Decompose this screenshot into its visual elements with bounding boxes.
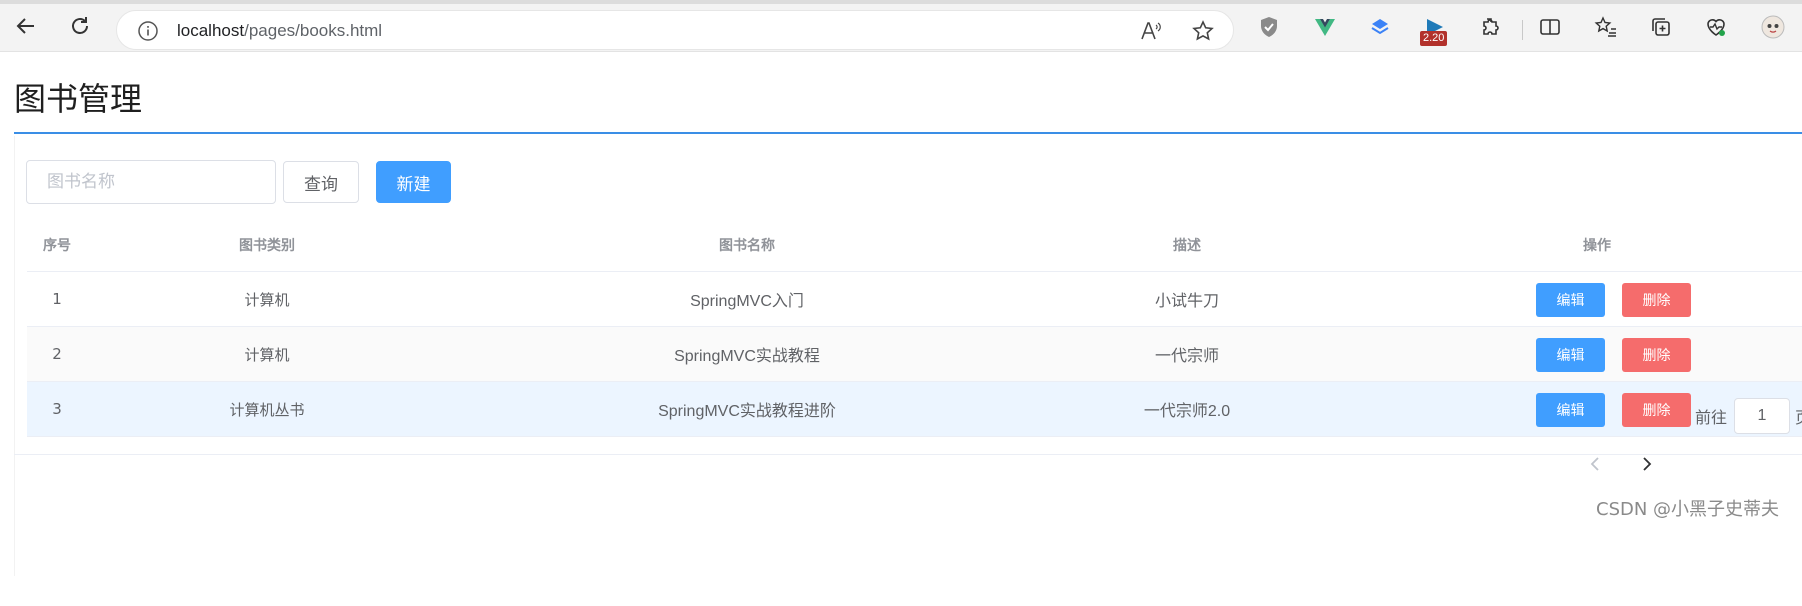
reload-button[interactable] bbox=[66, 12, 94, 40]
panel-bottom-border bbox=[14, 454, 1802, 455]
delete-button[interactable]: 删除 bbox=[1622, 338, 1691, 372]
row-name: SpringMVC入门 bbox=[690, 293, 804, 310]
url-path: /pages/books.html bbox=[244, 21, 383, 40]
collections-icon[interactable] bbox=[1648, 14, 1674, 40]
header-name: 图书名称 bbox=[719, 237, 775, 254]
query-button[interactable]: 查询 bbox=[283, 161, 359, 203]
reload-icon bbox=[72, 17, 88, 34]
row-index: 2 bbox=[52, 345, 62, 363]
vue-devtools-icon[interactable] bbox=[1312, 14, 1338, 40]
row-description: 一代宗师2.0 bbox=[1143, 403, 1231, 420]
edit-button[interactable]: 编辑 bbox=[1536, 393, 1605, 427]
panel-left-border bbox=[14, 136, 15, 576]
next-page-icon[interactable] bbox=[1635, 452, 1659, 476]
header-description: 描述 bbox=[1173, 237, 1201, 254]
watermark-text: CSDN @小黑子史蒂夫 bbox=[1596, 499, 1780, 520]
favorite-star-icon[interactable] bbox=[1191, 19, 1215, 43]
prev-page-icon[interactable] bbox=[1583, 452, 1607, 476]
row-category: 计算机 bbox=[244, 290, 290, 309]
table-header: 序号 图书类别 图书名称 描述 操作 bbox=[27, 218, 1802, 272]
table-row[interactable]: 3 计算机丛书 SpringMVC实战教程进阶 一代宗师2.0 编辑 删除 bbox=[27, 382, 1802, 437]
page-content: 图书管理 查询 新建 序号 图书类别 图书名称 描述 操作 1 计算机 Spri… bbox=[0, 53, 1802, 606]
toolbar-separator bbox=[1522, 20, 1523, 40]
header-index: 序号 bbox=[43, 237, 71, 254]
pager-goto-label: 前往 bbox=[1695, 408, 1728, 427]
extension-badge: 2.20 bbox=[1420, 31, 1448, 46]
table-row[interactable]: 2 计算机 SpringMVC实战教程 一代宗师 编辑 删除 bbox=[27, 327, 1802, 382]
profile-avatar-icon[interactable] bbox=[1760, 14, 1786, 40]
shield-extension-icon[interactable] bbox=[1256, 14, 1282, 40]
row-name: SpringMVC实战教程进阶 bbox=[658, 403, 836, 420]
header-category: 图书类别 bbox=[239, 237, 295, 254]
header-actions: 操作 bbox=[1583, 237, 1611, 254]
title-divider bbox=[14, 132, 1802, 134]
site-info-icon[interactable] bbox=[137, 20, 159, 42]
row-index: 1 bbox=[52, 290, 62, 308]
read-aloud-icon[interactable] bbox=[1139, 19, 1163, 43]
row-description: 一代宗师 bbox=[1154, 348, 1219, 365]
puzzle-extensions-icon[interactable] bbox=[1477, 14, 1503, 40]
row-category: 计算机丛书 bbox=[229, 400, 305, 419]
pager-suffix-label: 页 bbox=[1795, 404, 1802, 428]
delete-button[interactable]: 删除 bbox=[1622, 393, 1691, 427]
address-bar[interactable]: localhost/pages/books.html bbox=[116, 10, 1234, 50]
row-category: 计算机 bbox=[244, 345, 290, 364]
page-number-input[interactable] bbox=[1734, 398, 1790, 434]
url-host: localhost bbox=[177, 21, 245, 40]
book-name-search-input[interactable] bbox=[26, 160, 276, 204]
delete-button[interactable]: 删除 bbox=[1622, 283, 1691, 317]
browser-toolbar: localhost/pages/books.html 2.20 bbox=[0, 0, 1802, 52]
table-row[interactable]: 1 计算机 SpringMVC入门 小试牛刀 编辑 删除 bbox=[27, 272, 1802, 327]
tab-strip-edge bbox=[0, 0, 1802, 4]
edit-button[interactable]: 编辑 bbox=[1536, 338, 1605, 372]
row-index: 3 bbox=[52, 400, 62, 418]
row-name: SpringMVC实战教程 bbox=[674, 348, 820, 365]
layers-extension-icon[interactable] bbox=[1367, 14, 1393, 40]
page-title: 图书管理 bbox=[14, 80, 143, 118]
back-arrow-icon bbox=[16, 18, 34, 34]
edit-button[interactable]: 编辑 bbox=[1536, 283, 1605, 317]
split-screen-icon[interactable] bbox=[1537, 14, 1563, 40]
url-text[interactable]: localhost/pages/books.html bbox=[177, 21, 382, 41]
favorites-list-icon[interactable] bbox=[1593, 14, 1619, 40]
back-button[interactable] bbox=[12, 12, 40, 40]
row-description: 小试牛刀 bbox=[1154, 293, 1219, 310]
browser-essentials-icon[interactable] bbox=[1703, 14, 1729, 40]
new-book-button[interactable]: 新建 bbox=[376, 161, 451, 203]
